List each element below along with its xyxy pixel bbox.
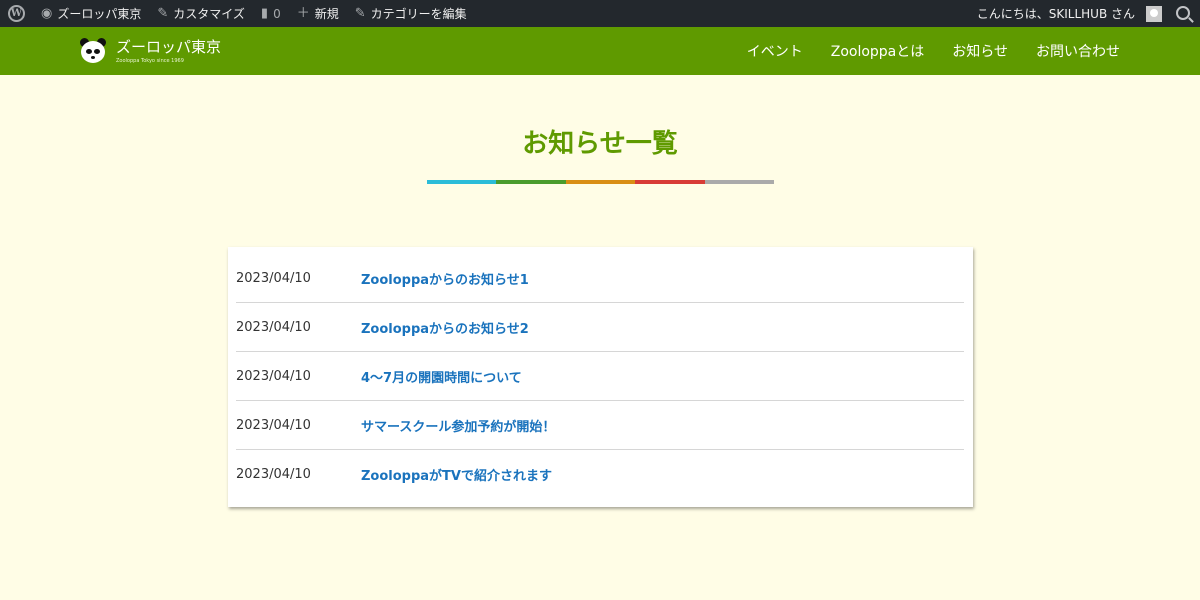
news-title-link[interactable]: ZooloppaがTVで紹介されます xyxy=(361,465,552,484)
comment-bubble-icon: ▮ xyxy=(260,6,269,21)
wordpress-logo-icon: W xyxy=(8,5,25,22)
nav-item-contact[interactable]: お問い合わせ xyxy=(1036,41,1120,61)
plus-icon: ＋ xyxy=(296,6,310,21)
news-date: 2023/04/10 xyxy=(236,320,311,335)
news-title-link[interactable]: Zooloppaからのお知らせ2 xyxy=(361,318,529,337)
news-date: 2023/04/10 xyxy=(236,271,311,286)
list-item: 2023/04/10 サマースクール参加予約が開始！ xyxy=(236,402,964,450)
nav-item-about[interactable]: Zooloppaとは xyxy=(831,41,925,61)
greeting-text: こんにちは、SKILLHUB さん xyxy=(976,7,1135,21)
news-date: 2023/04/10 xyxy=(236,369,311,384)
admin-bar-left: W ◉ ズーロッパ東京 ✎ カスタマイズ ▮ 0 ＋ 新規 ✎ カテゴリーを編集 xyxy=(0,0,475,27)
list-item: 2023/04/10 Zooloppaからのお知らせ2 xyxy=(236,304,964,352)
brush-icon: ✎ xyxy=(157,6,169,21)
site-name: ズーロッパ東京 xyxy=(116,37,222,56)
wordpress-menu[interactable]: W xyxy=(0,0,33,27)
list-item: 2023/04/10 Zooloppaからのお知らせ1 xyxy=(236,255,964,303)
brand-text: ズーロッパ東京 Zooloppa Tokyo since 1969 xyxy=(116,38,221,65)
edit-category-link[interactable]: ✎ カテゴリーを編集 xyxy=(347,0,475,27)
site-tagline: Zooloppa Tokyo since 1969 xyxy=(116,57,184,64)
pencil-icon: ✎ xyxy=(354,6,366,21)
news-list: 2023/04/10 Zooloppaからのお知らせ1 2023/04/10 Z… xyxy=(228,247,973,507)
admin-bar: W ◉ ズーロッパ東京 ✎ カスタマイズ ▮ 0 ＋ 新規 ✎ カテゴリーを編集… xyxy=(0,0,1200,27)
avatar xyxy=(1146,5,1162,22)
dashboard-icon: ◉ xyxy=(41,6,53,21)
customize-label: カスタマイズ xyxy=(173,7,245,21)
edit-category-label: カテゴリーを編集 xyxy=(370,7,467,21)
comments-count: 0 xyxy=(273,6,281,21)
customize-link[interactable]: ✎ カスタマイズ xyxy=(149,0,253,27)
nav-item-events[interactable]: イベント xyxy=(747,41,803,61)
page-title: お知らせ一覧 xyxy=(522,129,678,159)
news-title-link[interactable]: サマースクール参加予約が開始！ xyxy=(361,416,555,435)
list-item: 2023/04/10 ZooloppaがTVで紹介されます xyxy=(236,450,964,498)
news-title-link[interactable]: 4～7月の開園時間について xyxy=(361,367,522,386)
list-item: 2023/04/10 4～7月の開園時間について xyxy=(236,353,964,401)
news-date: 2023/04/10 xyxy=(236,418,311,433)
title-bar-segment xyxy=(496,180,566,184)
news-title-link[interactable]: Zooloppaからのお知らせ1 xyxy=(361,269,529,288)
new-content-link[interactable]: ＋ 新規 xyxy=(289,0,347,27)
admin-site-name: ズーロッパ東京 xyxy=(57,7,142,21)
admin-bar-right: こんにちは、SKILLHUB さん xyxy=(969,0,1200,27)
new-label: 新規 xyxy=(314,7,339,21)
title-bar-segment xyxy=(704,180,775,184)
site-header: ズーロッパ東京 Zooloppa Tokyo since 1969 イベント Z… xyxy=(0,27,1200,75)
panda-logo-icon xyxy=(80,38,106,64)
main-nav: イベント Zooloppaとは お知らせ お問い合わせ xyxy=(747,27,1120,75)
news-date: 2023/04/10 xyxy=(236,466,311,482)
site-brand[interactable]: ズーロッパ東京 Zooloppa Tokyo since 1969 xyxy=(80,27,221,75)
admin-site-link[interactable]: ◉ ズーロッパ東京 xyxy=(33,0,149,27)
title-bar-segment xyxy=(565,180,636,184)
title-bar-segment xyxy=(427,180,497,184)
comments-link[interactable]: ▮ 0 xyxy=(253,0,289,27)
nav-item-news[interactable]: お知らせ xyxy=(952,41,1008,61)
account-menu[interactable]: こんにちは、SKILLHUB さん xyxy=(969,0,1170,27)
title-bar-segment xyxy=(635,180,705,184)
title-color-bar xyxy=(427,180,775,184)
search-icon[interactable] xyxy=(1176,5,1190,20)
